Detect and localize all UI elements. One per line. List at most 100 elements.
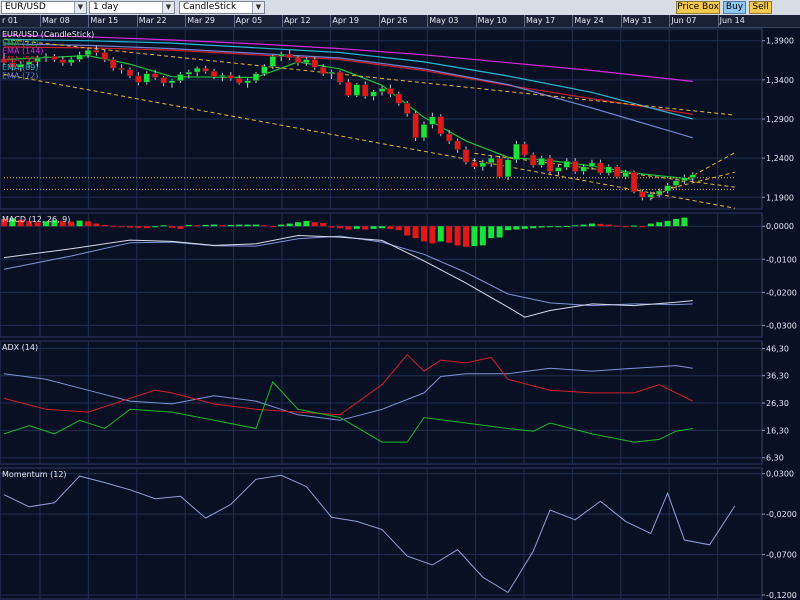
- date-label: Apr 19: [332, 16, 359, 25]
- candle: [529, 154, 537, 166]
- macd-bar: [597, 223, 604, 227]
- chart-style-value: CandleStick: [183, 2, 237, 12]
- candle: [378, 88, 386, 92]
- y-tick-label: -0,0200: [766, 510, 797, 519]
- macd-bar: [278, 224, 285, 227]
- date-label: Apr 12: [284, 16, 311, 25]
- candle: [336, 71, 344, 83]
- adx-panel: 46,30 36,30 26,30 16,30 6,30 ADX (14): [0, 343, 789, 463]
- macd-bar: [412, 226, 419, 239]
- date-label: May 10: [477, 16, 507, 25]
- candle: [622, 171, 629, 178]
- macd-bar: [211, 224, 217, 227]
- candle: [445, 133, 453, 142]
- candle: [345, 81, 352, 96]
- macd-bar: [152, 226, 159, 228]
- chart-style-select[interactable]: CandleStick ▼: [179, 1, 265, 14]
- candle: [76, 54, 83, 60]
- macd-bar: [127, 226, 133, 228]
- candle: [546, 157, 554, 172]
- macd-bar: [446, 226, 453, 243]
- candle: [261, 66, 268, 74]
- macd-bar: [76, 220, 83, 227]
- macd-bar: [269, 226, 276, 228]
- macd-bar: [530, 226, 537, 229]
- chevron-down-icon[interactable]: ▼: [252, 2, 264, 13]
- candle: [160, 77, 167, 84]
- candle: [177, 74, 184, 81]
- candle: [311, 59, 319, 68]
- macd-bar: [605, 224, 612, 227]
- candle: [597, 162, 604, 174]
- candle: [681, 177, 688, 182]
- buy-button[interactable]: Buy: [723, 1, 746, 14]
- candle: [227, 74, 235, 79]
- macd-bar: [404, 226, 411, 236]
- price-box-button[interactable]: Price Box: [676, 1, 720, 14]
- macd-bar: [169, 226, 175, 228]
- macd-bar: [236, 224, 243, 227]
- macd-bar: [622, 226, 629, 228]
- candle: [605, 166, 613, 174]
- candle: [555, 167, 562, 172]
- candle: [210, 71, 218, 77]
- price-panel: 1,39001,34001,29001,24001,1900EUR/USD (C…: [0, 30, 794, 209]
- candle: [361, 84, 369, 97]
- macd-bar: [93, 223, 100, 227]
- y-tick-label: 1,3900: [766, 37, 794, 46]
- date-label: Mar 15: [90, 16, 119, 25]
- candle: [647, 193, 655, 198]
- candle: [487, 157, 495, 164]
- macd-bar: [345, 226, 352, 230]
- y-tick-label: 1,3400: [766, 76, 794, 85]
- candle: [521, 143, 529, 156]
- macd-bar: [337, 226, 343, 229]
- candle: [252, 73, 260, 81]
- timeframe-value: 1 day: [93, 2, 119, 12]
- chevron-down-icon[interactable]: ▼: [74, 2, 86, 13]
- candle: [93, 49, 100, 53]
- timeframe-select[interactable]: 1 day ▼: [89, 1, 175, 14]
- sell-button[interactable]: Sell: [749, 1, 772, 14]
- candle: [571, 161, 579, 172]
- macd-bar: [387, 226, 394, 229]
- panel-title: Momentum (12): [2, 470, 67, 479]
- panel-frame: [0, 340, 763, 465]
- y-tick-label: 0,0300: [766, 470, 794, 479]
- candle: [370, 91, 377, 97]
- macd-bar: [185, 224, 192, 227]
- panel-title: ADX (14): [2, 343, 38, 352]
- macd-bar: [437, 226, 444, 242]
- candle: [219, 74, 226, 77]
- date-label: Apr 26: [380, 16, 408, 25]
- toolbar: EUR/USD ▼ 1 day ▼ CandleStick ▼ Price Bo…: [0, 0, 800, 16]
- candle: [513, 143, 520, 160]
- candle: [588, 162, 596, 167]
- grid: [0, 28, 763, 600]
- macd-bar: [85, 221, 91, 227]
- chevron-down-icon[interactable]: ▼: [162, 2, 174, 13]
- candle: [387, 88, 394, 95]
- candle: [538, 157, 545, 166]
- symbol-select[interactable]: EUR/USD ▼: [1, 1, 87, 14]
- candle: [479, 162, 487, 167]
- macd-bar: [135, 226, 142, 228]
- y-tick-label: -0,0200: [766, 288, 797, 297]
- macd-bar: [421, 226, 427, 242]
- candle: [135, 75, 142, 83]
- macd-bar: [656, 222, 663, 227]
- y-tick-label: -0,0100: [766, 255, 797, 264]
- macd-bar: [513, 226, 520, 230]
- candle: [328, 71, 335, 74]
- macd-bar: [118, 226, 125, 228]
- candle: [437, 116, 445, 135]
- macd-bar: [664, 220, 671, 227]
- macd-panel: 0,0000 -0,0100 -0,0200 -0,0300 MACD (12, 26,…: [0, 215, 797, 330]
- date-label: Jun 07: [671, 16, 697, 25]
- candle: [563, 161, 571, 168]
- panel-title: MACD (12, 26, 9): [2, 215, 70, 224]
- candle: [639, 191, 646, 198]
- candle: [496, 157, 503, 178]
- candle: [269, 56, 277, 67]
- candle: [412, 113, 419, 139]
